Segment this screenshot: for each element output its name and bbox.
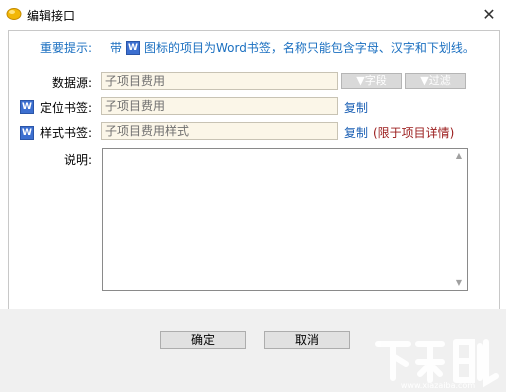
scroll-up-icon[interactable]: ▲ bbox=[453, 151, 465, 161]
copy-style-link[interactable]: 复制 bbox=[344, 124, 368, 141]
close-button[interactable]: ✕ bbox=[472, 0, 506, 28]
field-dropdown-button[interactable]: ▼字段 bbox=[341, 73, 402, 89]
locate-bookmark-field[interactable]: 子项目费用 bbox=[101, 97, 338, 115]
word-bookmark-icon: W bbox=[126, 40, 141, 55]
copy-locate-link[interactable]: 复制 bbox=[344, 99, 368, 116]
ok-button[interactable]: 确定 bbox=[160, 331, 246, 349]
close-icon: ✕ bbox=[482, 4, 496, 24]
word-bookmark-icon: W bbox=[20, 100, 34, 114]
hint-message: 图标的项目为Word书签，名称只能包含字母、汉字和下划线。 bbox=[144, 41, 475, 55]
app-logo-icon bbox=[6, 8, 22, 20]
style-bookmark-label: 样式书签: bbox=[40, 126, 93, 140]
scroll-down-icon[interactable]: ▼ bbox=[453, 278, 465, 288]
filter-dropdown-button[interactable]: ▼过滤 bbox=[405, 73, 466, 89]
hint-prefix: 带 bbox=[110, 41, 123, 55]
hint-label: 重要提示: bbox=[40, 41, 93, 55]
window-title: 编辑接口 bbox=[27, 9, 76, 23]
hint-text: 带 W 图标的项目为Word书签，名称只能包含字母、汉字和下划线。 bbox=[110, 39, 475, 56]
title-bar: 编辑接口 ✕ bbox=[0, 0, 506, 30]
locate-bookmark-label: 定位书签: bbox=[40, 101, 93, 115]
watermark-url: www.xiazaiba.com bbox=[401, 381, 475, 390]
word-bookmark-icon: W bbox=[20, 126, 34, 140]
watermark-logo: www.xiazaiba.com bbox=[375, 339, 499, 390]
data-source-label: 数据源: bbox=[52, 76, 93, 90]
style-bookmark-field[interactable]: 子项目费用样式 bbox=[101, 122, 338, 140]
description-label: 说明: bbox=[64, 153, 93, 167]
data-source-field[interactable]: 子项目费用 bbox=[101, 72, 338, 90]
style-bookmark-note: (限于项目详情) bbox=[373, 126, 455, 140]
description-textarea[interactable]: ▲ ▼ bbox=[102, 148, 468, 291]
cancel-button[interactable]: 取消 bbox=[264, 331, 350, 349]
